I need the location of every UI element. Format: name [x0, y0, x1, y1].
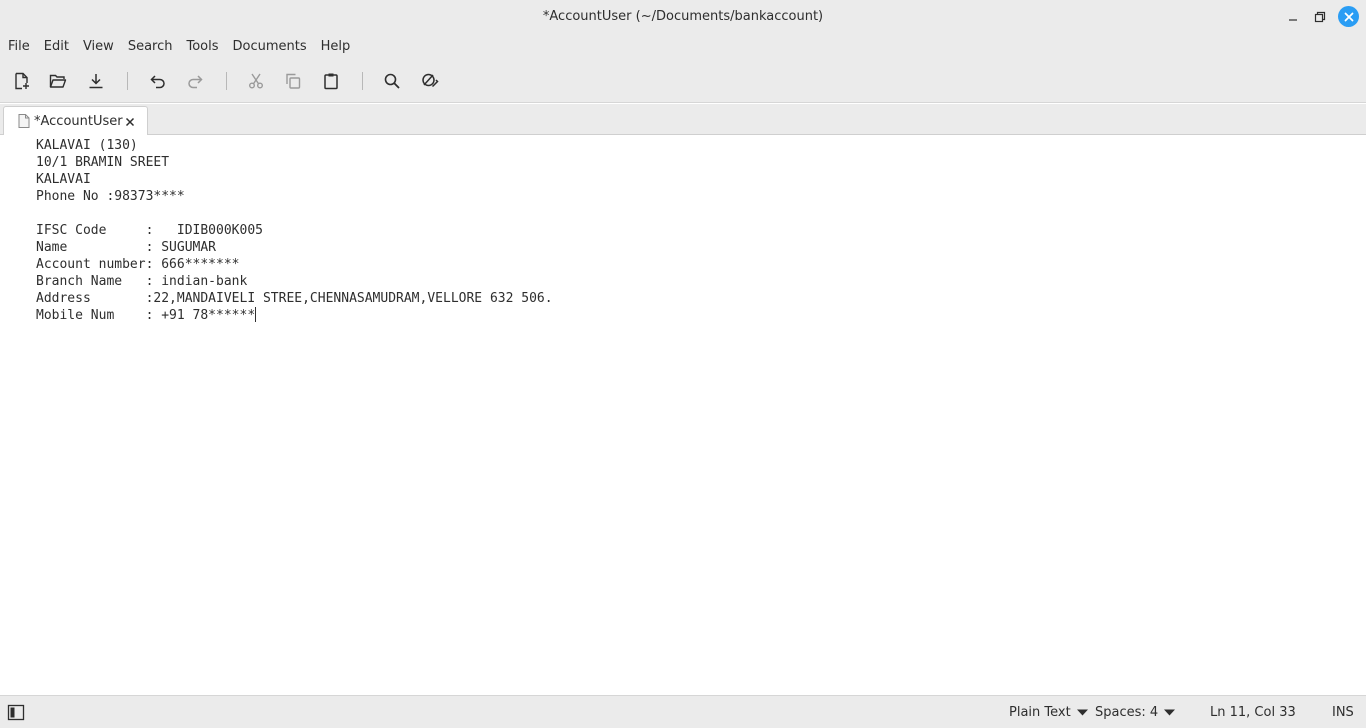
open-folder-icon — [49, 74, 67, 88]
editor-line-text: Mobile Num : +91 78****** — [36, 308, 256, 323]
dropdown-arrow-icon — [1164, 709, 1176, 716]
indentation-label: Spaces: 4 — [1095, 705, 1159, 720]
window-title: *AccountUser (~/Documents/bankaccount) — [542, 9, 824, 24]
toolbar-separator — [362, 72, 363, 90]
maximize-button[interactable] — [1310, 7, 1330, 27]
editor-line[interactable]: Branch Name : indian-bank — [36, 273, 247, 290]
menu-help[interactable]: Help — [314, 33, 358, 60]
insert-mode-indicator: INS — [1332, 705, 1354, 720]
menu-search[interactable]: Search — [121, 33, 180, 60]
editor-line[interactable]: 10/1 BRAMIN SREET — [36, 154, 169, 171]
new-document-icon — [15, 72, 29, 90]
editor-line[interactable]: Phone No :98373**** — [36, 188, 185, 205]
menu-documents[interactable]: Documents — [226, 33, 314, 60]
text-document-icon — [18, 114, 30, 128]
text-editor[interactable]: KALAVAI (130) 10/1 BRAMIN SREET KALAVAI … — [0, 135, 1366, 695]
toolbar — [0, 60, 1366, 103]
editor-line[interactable]: IFSC Code : IDIB000K005 — [36, 222, 263, 239]
cursor-position[interactable]: Ln 11, Col 33 — [1210, 696, 1296, 728]
redo-icon — [188, 75, 203, 89]
indentation-selector[interactable]: Spaces: 4 — [1095, 696, 1176, 728]
editor-line[interactable]: KALAVAI (130) — [36, 137, 138, 154]
close-window-button[interactable] — [1338, 6, 1359, 27]
text-cursor — [255, 307, 257, 322]
save-button[interactable] — [84, 70, 108, 92]
restore-icon — [1314, 11, 1326, 23]
editor-line-current[interactable]: Mobile Num : +91 78****** — [36, 307, 257, 324]
side-panel-icon — [7, 704, 25, 721]
minimize-button[interactable] — [1283, 7, 1303, 27]
title-bar: *AccountUser (~/Documents/bankaccount) — [0, 0, 1366, 33]
menu-view[interactable]: View — [76, 33, 121, 60]
copy-button[interactable] — [281, 70, 305, 92]
menu-bar: File Edit View Search Tools Documents He… — [0, 33, 1366, 60]
menu-edit[interactable]: Edit — [37, 33, 76, 60]
toolbar-separator — [226, 72, 227, 90]
language-label: Plain Text — [1009, 705, 1071, 720]
tab-accountuser[interactable]: *AccountUser — [3, 106, 148, 136]
undo-button[interactable] — [146, 70, 170, 92]
menu-file[interactable]: File — [1, 33, 37, 60]
open-button[interactable] — [46, 70, 70, 92]
editor-line[interactable]: Name : SUGUMAR — [36, 239, 216, 256]
close-icon — [1344, 12, 1353, 21]
editor-line[interactable]: KALAVAI — [36, 171, 91, 188]
copy-icon — [286, 73, 301, 89]
search-icon — [384, 73, 400, 89]
toolbar-separator — [127, 72, 128, 90]
save-download-icon — [89, 74, 103, 89]
language-selector[interactable]: Plain Text — [1009, 696, 1088, 728]
search-button[interactable] — [380, 70, 404, 92]
cut-button[interactable] — [244, 70, 268, 92]
tab-bar: *AccountUser — [0, 104, 1366, 136]
close-icon — [125, 117, 135, 127]
undo-icon — [150, 75, 165, 89]
status-bar: Plain Text Spaces: 4 Ln 11, Col 33 INS — [0, 695, 1366, 728]
replace-button[interactable] — [418, 70, 442, 92]
minimize-icon — [1289, 19, 1297, 21]
editor-line[interactable]: Account number: 666******* — [36, 256, 240, 273]
tab-label: *AccountUser — [34, 114, 123, 129]
tab-close-button[interactable] — [124, 116, 136, 128]
paste-button[interactable] — [319, 70, 343, 92]
redo-button[interactable] — [183, 70, 207, 92]
editor-line[interactable]: Address :22,MANDAIVELI STREE,CHENNASAMUD… — [36, 290, 553, 307]
spellcheck-icon — [422, 73, 439, 88]
cut-icon — [249, 73, 263, 89]
new-document-button[interactable] — [10, 70, 34, 92]
menu-tools[interactable]: Tools — [179, 33, 225, 60]
side-panel-toggle[interactable] — [7, 704, 25, 721]
dropdown-arrow-icon — [1076, 709, 1088, 716]
paste-icon — [324, 73, 338, 90]
